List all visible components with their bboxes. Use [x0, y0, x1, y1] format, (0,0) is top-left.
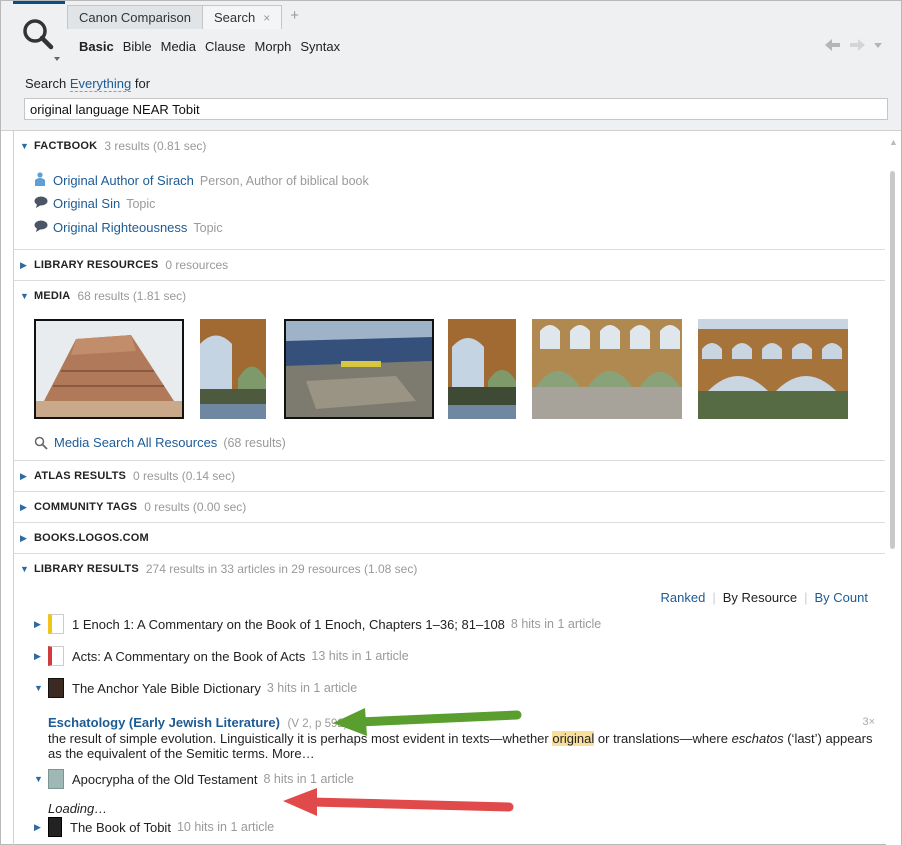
- collapsed-triangle-icon[interactable]: ▶: [34, 822, 48, 833]
- media-thumbnail-aqueduct-wide[interactable]: [532, 319, 682, 419]
- library-result-row[interactable]: ▶ Acts: A Commentary on the Book of Acts…: [34, 646, 409, 666]
- add-tab-button[interactable]: +: [281, 5, 308, 29]
- history-nav: [825, 39, 883, 51]
- section-library-results[interactable]: ▼ LIBRARY RESULTS 274 results in 33 arti…: [14, 554, 885, 584]
- scroll-up-icon[interactable]: ▲: [889, 137, 898, 147]
- book-cover-icon: [48, 769, 64, 789]
- mode-media[interactable]: Media: [161, 39, 196, 54]
- library-result-row[interactable]: ▶ 1 Enoch 1: A Commentary on the Book of…: [34, 614, 601, 634]
- close-tab-icon[interactable]: ×: [263, 11, 270, 25]
- highlighted-term: original: [552, 731, 595, 746]
- media-thumbnail-aerial-city[interactable]: [284, 319, 434, 419]
- mode-syntax[interactable]: Syntax: [300, 39, 340, 54]
- media-search-all-link[interactable]: Media Search All Resources (68 results): [34, 435, 286, 450]
- library-result-row[interactable]: ▶ The Book of Tobit 10 hits in 1 article: [34, 817, 274, 837]
- search-mode-tabs: Basic Bible Media Clause Morph Syntax: [79, 39, 349, 54]
- mode-basic[interactable]: Basic: [79, 39, 114, 54]
- expand-triangle-icon[interactable]: ▼: [20, 141, 34, 151]
- search-header: Canon Comparison Search × + Basic Bible M…: [1, 1, 901, 131]
- book-cover-icon: [48, 678, 64, 698]
- scope-selector[interactable]: Everything: [69, 76, 132, 92]
- search-icon: [34, 436, 48, 450]
- section-media[interactable]: ▼ MEDIA 68 results (1.81 sec): [14, 281, 885, 311]
- sort-ranked[interactable]: Ranked: [654, 590, 713, 605]
- sort-by-count[interactable]: By Count: [808, 590, 875, 605]
- green-annotation-arrow: [333, 708, 522, 736]
- sort-by-resource[interactable]: By Resource: [716, 590, 804, 605]
- book-cover-icon: [48, 614, 64, 634]
- section-books-logos[interactable]: ▶ BOOKS.LOGOS.COM: [14, 523, 885, 553]
- media-thumbnail-pyramid[interactable]: [34, 319, 184, 419]
- collapsed-triangle-icon[interactable]: ▶: [20, 471, 34, 482]
- results-panel: ▼ FACTBOOK 3 results (0.81 sec) Original…: [13, 131, 885, 845]
- library-result-row[interactable]: ▼ Apocrypha of the Old Testament 8 hits …: [34, 769, 354, 789]
- expand-triangle-icon[interactable]: ▼: [20, 291, 34, 301]
- tab-bar: Canon Comparison Search × +: [67, 5, 308, 29]
- person-icon: [34, 172, 48, 189]
- hit-count-badge: 3×: [862, 716, 875, 728]
- mode-morph[interactable]: Morph: [255, 39, 292, 54]
- tab-search[interactable]: Search ×: [202, 5, 283, 29]
- collapsed-triangle-icon[interactable]: ▶: [20, 533, 34, 544]
- collapsed-triangle-icon[interactable]: ▶: [34, 651, 48, 662]
- section-factbook[interactable]: ▼ FACTBOOK 3 results (0.81 sec): [14, 131, 885, 161]
- book-cover-icon: [48, 646, 64, 666]
- search-query-input[interactable]: [24, 98, 888, 120]
- section-library-resources[interactable]: ▶ LIBRARY RESOURCES 0 resources: [14, 250, 885, 280]
- expand-triangle-icon[interactable]: ▼: [34, 683, 48, 693]
- factbook-item[interactable]: Original Righteousness Topic: [34, 220, 223, 235]
- tab-canon-comparison[interactable]: Canon Comparison: [67, 5, 204, 29]
- excerpt-heading: Eschatology (Early Jewish Literature) (V…: [48, 715, 348, 730]
- factbook-item[interactable]: Original Sin Topic: [34, 196, 155, 211]
- library-result-row[interactable]: ▼ The Anchor Yale Bible Dictionary 3 hit…: [34, 678, 357, 698]
- collapsed-triangle-icon[interactable]: ▶: [34, 619, 48, 630]
- app-window: Canon Comparison Search × + Basic Bible M…: [0, 0, 902, 845]
- media-thumbnail-aqueduct[interactable]: [200, 319, 266, 419]
- red-annotation-arrow: [283, 788, 514, 816]
- collapsed-triangle-icon[interactable]: ▶: [20, 260, 34, 271]
- mode-bible[interactable]: Bible: [123, 39, 152, 54]
- forward-arrow-icon[interactable]: [849, 39, 865, 51]
- collapsed-triangle-icon[interactable]: ▶: [20, 502, 34, 513]
- factbook-item[interactable]: Original Author of Sirach Person, Author…: [34, 172, 369, 189]
- section-community-tags[interactable]: ▶ COMMUNITY TAGS 0 results (0.00 sec): [14, 492, 885, 522]
- expand-triangle-icon[interactable]: ▼: [34, 774, 48, 784]
- topic-icon: [34, 196, 48, 211]
- media-thumbnail-aqueduct[interactable]: [448, 319, 516, 419]
- results-scrollbar[interactable]: ▲: [886, 131, 901, 845]
- expand-triangle-icon[interactable]: ▼: [20, 564, 34, 574]
- excerpt-article-link[interactable]: Eschatology (Early Jewish Literature): [48, 715, 280, 730]
- back-arrow-icon[interactable]: [825, 39, 841, 51]
- scrollbar-thumb[interactable]: [890, 171, 895, 549]
- search-scope-line: Search Everything for: [25, 76, 151, 92]
- loading-indicator: Loading…: [48, 801, 108, 816]
- media-thumbnail-aqueduct-wide[interactable]: [698, 319, 848, 419]
- search-panel-icon[interactable]: [13, 1, 65, 67]
- section-atlas-results[interactable]: ▶ ATLAS RESULTS 0 results (0.14 sec): [14, 461, 885, 491]
- mode-clause[interactable]: Clause: [205, 39, 245, 54]
- sort-options: Ranked | By Resource | By Count: [654, 590, 876, 605]
- book-cover-icon: [48, 817, 62, 837]
- topic-icon: [34, 220, 48, 235]
- history-dropdown-icon[interactable]: [873, 39, 883, 51]
